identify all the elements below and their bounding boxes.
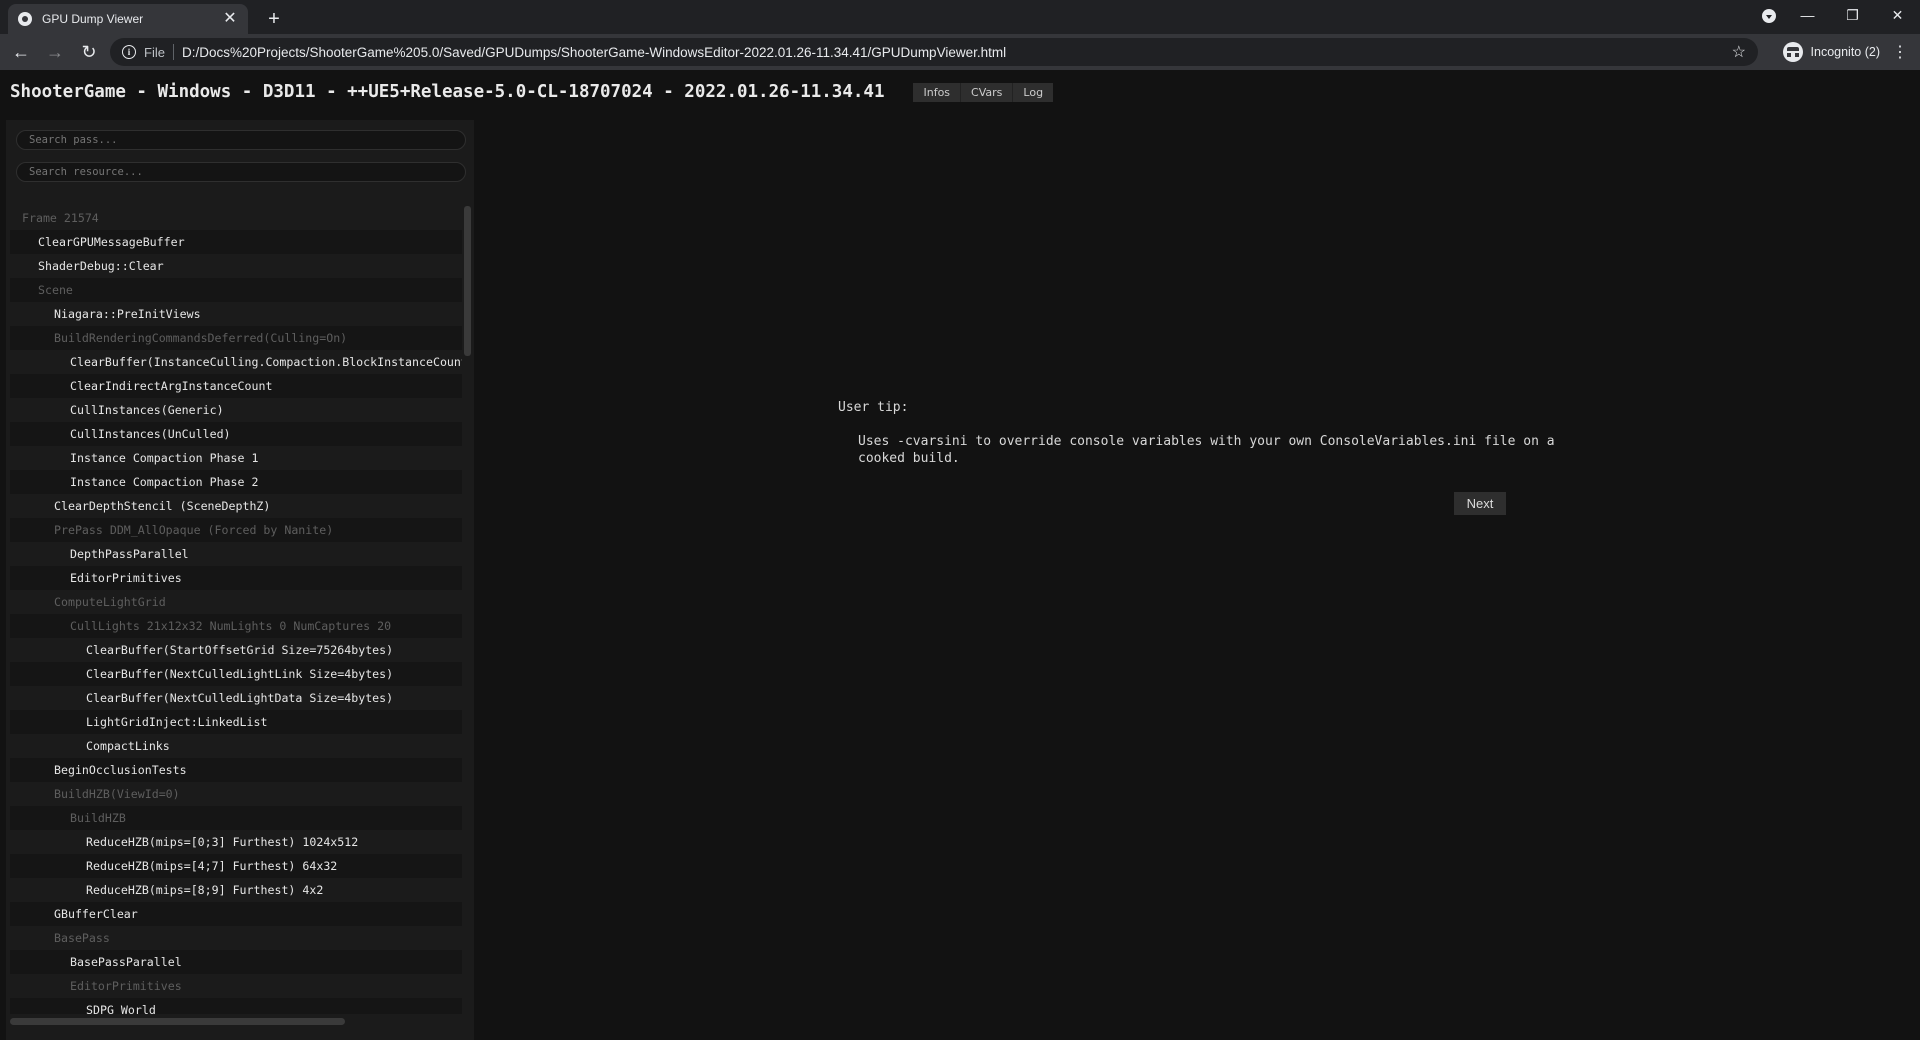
page-title: ShooterGame - Windows - D3D11 - ++UE5+Re…: [10, 82, 885, 102]
tab-search-icon[interactable]: [1762, 9, 1776, 23]
address-bar[interactable]: i File D:/Docs%20Projects/ShooterGame%20…: [110, 38, 1758, 66]
pass-row[interactable]: DepthPassParallel: [10, 542, 462, 566]
log-button[interactable]: Log: [1013, 82, 1054, 102]
next-tip-button[interactable]: Next: [1454, 492, 1506, 515]
plus-icon[interactable]: +: [262, 8, 286, 32]
pass-group-row[interactable]: Frame 21574: [10, 206, 462, 230]
divider: [172, 44, 174, 60]
info-icon[interactable]: i: [122, 45, 136, 59]
pass-row[interactable]: ReduceHZB(mips=[8;9] Furthest) 4x2: [10, 878, 462, 902]
pass-row[interactable]: Instance Compaction Phase 1: [10, 446, 462, 470]
pass-row[interactable]: ReduceHZB(mips=[4;7] Furthest) 64x32: [10, 854, 462, 878]
user-tip: User tip: Uses -cvarsini to override con…: [838, 400, 1555, 515]
horizontal-scrollbar-thumb[interactable]: [10, 1018, 345, 1025]
pass-row[interactable]: Instance Compaction Phase 2: [10, 470, 462, 494]
pass-row[interactable]: ShaderDebug::Clear: [10, 254, 462, 278]
pass-row[interactable]: ClearIndirectArgInstanceCount: [10, 374, 462, 398]
pass-row[interactable]: EditorPrimitives: [10, 566, 462, 590]
vertical-scrollbar[interactable]: [464, 206, 471, 1014]
infos-button[interactable]: Infos: [913, 82, 962, 102]
pass-row[interactable]: CompactLinks: [10, 734, 462, 758]
globe-icon: [18, 12, 32, 26]
pass-row[interactable]: ClearBuffer(StartOffsetGrid Size=75264by…: [10, 638, 462, 662]
tab-title: GPU Dump Viewer: [42, 12, 144, 26]
pass-panel: Frame 21574ClearGPUMessageBufferShaderDe…: [6, 120, 474, 1040]
window-close-icon[interactable]: ✕: [1875, 7, 1920, 24]
page-header: ShooterGame - Windows - D3D11 - ++UE5+Re…: [0, 70, 1920, 114]
tip-text: Uses -cvarsini to override console varia…: [858, 434, 1555, 466]
restore-icon[interactable]: ❐: [1830, 7, 1875, 24]
cvars-button[interactable]: CVars: [961, 82, 1014, 102]
pass-row[interactable]: LightGridInject:LinkedList: [10, 710, 462, 734]
pass-row[interactable]: ReduceHZB(mips=[0;3] Furthest) 1024x512: [10, 830, 462, 854]
incognito-icon: [1782, 42, 1803, 62]
tab-strip: GPU Dump Viewer ✕ + — ❐ ✕: [0, 0, 1920, 34]
star-icon[interactable]: ☆: [1732, 42, 1746, 62]
pass-row[interactable]: BasePassParallel: [10, 950, 462, 974]
reload-icon[interactable]: ↻: [76, 42, 102, 63]
pass-row[interactable]: ClearGPUMessageBuffer: [10, 230, 462, 254]
pass-group-row[interactable]: BuildRenderingCommandsDeferred(Culling=O…: [10, 326, 462, 350]
pass-row[interactable]: BeginOcclusionTests: [10, 758, 462, 782]
kebab-menu-icon[interactable]: ⋮: [1892, 42, 1908, 62]
pass-group-row[interactable]: BuildHZB: [10, 806, 462, 830]
horizontal-scrollbar[interactable]: [10, 1018, 462, 1026]
pass-row[interactable]: ClearBuffer(InstanceCulling.Compaction.B…: [10, 350, 462, 374]
pass-row[interactable]: GBufferClear: [10, 902, 462, 926]
url-text[interactable]: D:/Docs%20Projects/ShooterGame%205.0/Sav…: [182, 45, 1732, 60]
browser-tab[interactable]: GPU Dump Viewer ✕: [8, 4, 248, 34]
pass-row[interactable]: ClearDepthStencil (SceneDepthZ): [10, 494, 462, 518]
forward-arrow-icon[interactable]: →: [42, 42, 68, 63]
pass-row[interactable]: CullInstances(UnCulled): [10, 422, 462, 446]
page-content: ShooterGame - Windows - D3D11 - ++UE5+Re…: [0, 70, 1920, 1040]
search-resource-input[interactable]: [16, 162, 466, 182]
profile-label: Incognito (2): [1810, 45, 1880, 59]
pass-list: Frame 21574 ClearGPUMessageBuffer ShaderDe…: [10, 206, 462, 1014]
browser-toolbar: ← → ↻ i File D:/Docs%20Projects/ShooterG…: [0, 34, 1920, 70]
header-button-group: Infos CVars Log: [913, 82, 1054, 102]
pass-row[interactable]: SDPG_World: [10, 998, 462, 1014]
pass-group-row[interactable]: CullLights 21x12x32 NumLights 0 NumCaptu…: [10, 614, 462, 638]
pass-group-row[interactable]: Scene: [10, 278, 462, 302]
pass-row[interactable]: CullInstances(Generic): [10, 398, 462, 422]
pass-group-row[interactable]: EditorPrimitives: [10, 974, 462, 998]
tip-header: User tip:: [838, 400, 909, 415]
pass-row[interactable]: Niagara::PreInitViews: [10, 302, 462, 326]
pass-group-row[interactable]: PrePass DDM_AllOpaque (Forced by Nanite): [10, 518, 462, 542]
url-scheme: File: [144, 44, 165, 60]
back-arrow-icon[interactable]: ←: [8, 42, 34, 63]
minimize-icon[interactable]: —: [1785, 7, 1830, 23]
search-pass-input[interactable]: [16, 130, 466, 150]
incognito-profile-button[interactable]: Incognito (2): [1782, 40, 1880, 64]
pass-group-row[interactable]: BasePass: [10, 926, 462, 950]
pass-group-row[interactable]: ComputeLightGrid: [10, 590, 462, 614]
window-controls: — ❐ ✕: [1785, 0, 1920, 30]
close-icon[interactable]: ✕: [222, 11, 238, 27]
vertical-scrollbar-thumb[interactable]: [464, 206, 471, 356]
pass-row[interactable]: ClearBuffer(NextCulledLightLink Size=4by…: [10, 662, 462, 686]
pass-row[interactable]: ClearBuffer(NextCulledLightData Size=4by…: [10, 686, 462, 710]
pass-group-row[interactable]: BuildHZB(ViewId=0): [10, 782, 462, 806]
